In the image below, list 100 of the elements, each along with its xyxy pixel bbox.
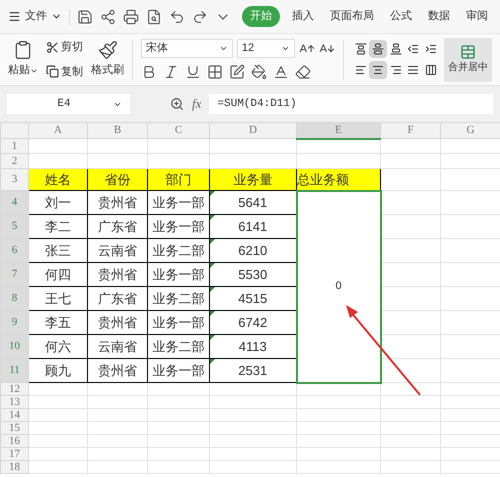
table-cell: 张三 xyxy=(28,238,88,262)
row-number[interactable]: 16 xyxy=(0,434,28,448)
row-number[interactable]: 8 xyxy=(0,286,28,310)
table-cell: 4515 xyxy=(210,286,296,310)
column-header[interactable]: A xyxy=(28,122,88,138)
format-painter-button[interactable]: 格式刷 xyxy=(91,40,124,79)
table-cell: 业务一部 xyxy=(148,310,210,334)
align-button[interactable] xyxy=(369,40,388,58)
row-number[interactable]: 13 xyxy=(0,396,28,408)
row-number[interactable]: 9 xyxy=(0,310,28,334)
column-header[interactable]: E xyxy=(296,122,380,138)
merge-button[interactable]: 合并居中 xyxy=(444,38,492,82)
caret-icon xyxy=(218,44,228,53)
column-header[interactable]: F xyxy=(380,122,440,138)
column-header[interactable]: G xyxy=(440,122,500,138)
font-size-select[interactable]: 12 xyxy=(236,39,295,58)
copy-button[interactable]: 复制 xyxy=(46,64,83,80)
font-select[interactable]: 宋体 xyxy=(140,39,233,58)
save-button[interactable] xyxy=(77,8,93,24)
table-cell: 6141 xyxy=(210,214,296,238)
align-icon xyxy=(407,43,420,55)
table-cell: 业务二部 xyxy=(148,286,210,310)
column-header[interactable]: C xyxy=(148,122,210,138)
table-header-cell: 总业务额 xyxy=(296,168,380,190)
row-number[interactable]: 4 xyxy=(0,190,28,214)
formula-field[interactable]: =SUM(D4:D11) xyxy=(209,94,493,114)
font-color-button[interactable] xyxy=(272,64,289,80)
underline-button[interactable] xyxy=(184,64,201,80)
fill-color-button[interactable] xyxy=(250,64,267,80)
ribbon-tab[interactable]: 页面布局 xyxy=(326,8,378,25)
table-cell: 贵州省 xyxy=(88,190,148,214)
table-cell: 李二 xyxy=(28,214,88,238)
row-number[interactable]: 6 xyxy=(0,238,28,262)
copy-icon xyxy=(46,65,59,78)
table-cell: 业务二部 xyxy=(148,238,210,262)
align-button[interactable] xyxy=(369,61,388,79)
row-number[interactable]: 5 xyxy=(0,214,28,238)
print-button[interactable] xyxy=(123,8,139,24)
row-number[interactable]: 14 xyxy=(0,408,28,422)
brush-icon xyxy=(98,40,118,60)
table-cell: 广东省 xyxy=(88,286,148,310)
ribbon-tab[interactable]: 审阅 xyxy=(462,8,492,25)
table-cell: 业务一部 xyxy=(148,262,210,286)
row-number[interactable]: 1 xyxy=(0,138,28,154)
caret-icon xyxy=(280,44,290,53)
table-cell: 5530 xyxy=(210,262,296,286)
scissors-icon xyxy=(46,40,59,54)
table-header-cell: 业务量 xyxy=(210,168,296,190)
cell-style-button[interactable] xyxy=(228,64,245,80)
row-number[interactable]: 17 xyxy=(0,448,28,460)
menu-icon xyxy=(8,10,21,23)
cut-button[interactable]: 剪切 xyxy=(46,39,83,56)
fx-icon[interactable]: fx xyxy=(192,94,202,114)
row-number[interactable]: 12 xyxy=(0,382,28,396)
zoom-icon[interactable] xyxy=(170,97,184,111)
row-number[interactable]: 18 xyxy=(0,460,28,474)
table-cell: 何四 xyxy=(28,262,88,286)
preview-icon xyxy=(146,8,162,24)
merged-total-cell[interactable]: 0 xyxy=(296,190,380,382)
table-cell: 业务一部 xyxy=(148,358,210,382)
undo-button[interactable] xyxy=(169,8,185,24)
table-cell: 业务一部 xyxy=(148,190,210,214)
table-cell: 广东省 xyxy=(88,214,148,238)
share-button[interactable] xyxy=(100,8,116,24)
clear-icon xyxy=(294,64,311,80)
row-number[interactable]: 10 xyxy=(0,334,28,358)
table-cell: 李五 xyxy=(28,310,88,334)
row-number[interactable]: 11 xyxy=(0,358,28,382)
align-icon xyxy=(390,43,402,55)
redo-button[interactable] xyxy=(192,8,208,24)
column-header[interactable]: D xyxy=(210,122,296,138)
row-number[interactable]: 15 xyxy=(0,422,28,434)
ribbon-tab[interactable]: 开始 xyxy=(242,6,280,27)
clipboard-icon xyxy=(13,40,33,60)
clear-button[interactable] xyxy=(294,64,311,80)
preview-button[interactable] xyxy=(146,8,162,24)
align-icon xyxy=(372,43,384,55)
paste-button[interactable]: 粘贴 xyxy=(8,40,38,79)
table-cell: 业务一部 xyxy=(148,214,210,238)
row-number[interactable]: 3 xyxy=(0,168,28,190)
underline-icon xyxy=(184,64,201,80)
fill-color-icon xyxy=(250,64,267,80)
column-header[interactable]: B xyxy=(88,122,148,138)
redo-icon xyxy=(192,8,208,24)
table-cell: 6210 xyxy=(210,238,296,262)
table-header-cell: 省份 xyxy=(88,168,148,190)
table-cell: 5641 xyxy=(210,190,296,214)
file-menu[interactable]: 文件 xyxy=(8,8,62,25)
table-cell: 王七 xyxy=(28,286,88,310)
ribbon-tab[interactable]: 公式 xyxy=(386,8,416,25)
cell-style-icon xyxy=(228,64,245,80)
name-box[interactable]: E4 xyxy=(7,94,130,114)
print-icon xyxy=(123,8,139,24)
row-number[interactable]: 2 xyxy=(0,154,28,168)
merge-icon xyxy=(460,44,476,60)
table-cell: 贵州省 xyxy=(88,358,148,382)
border-button[interactable] xyxy=(206,64,223,80)
row-number[interactable]: 7 xyxy=(0,262,28,286)
ribbon-tab[interactable]: 数据 xyxy=(424,8,454,25)
ribbon-tab[interactable]: 插入 xyxy=(288,8,318,25)
